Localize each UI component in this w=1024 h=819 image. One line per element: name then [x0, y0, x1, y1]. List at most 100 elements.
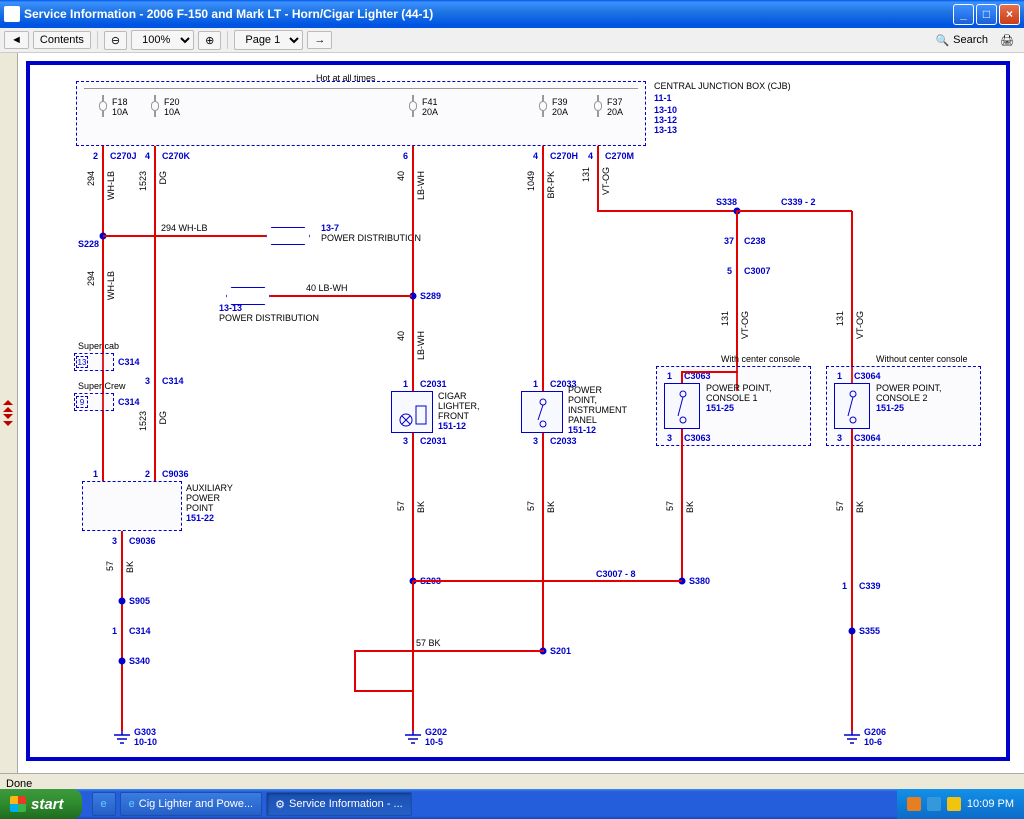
ground-g206 [842, 731, 862, 748]
vtog-c: VT-OG [855, 311, 865, 339]
vtog-b: VT-OG [740, 311, 750, 339]
pp-c2-note: Without center console [876, 354, 968, 364]
app-icon-small: ⚙ [275, 798, 285, 811]
c2031b: C2031 [420, 436, 447, 446]
wire-aux-gnd [121, 531, 123, 731]
contents-button[interactable]: Contents [33, 31, 91, 49]
wh-lb-a: WH-LB [106, 171, 116, 200]
diagram-viewer[interactable]: Hot at all times CENTRAL JUNCTION BOX (C… [0, 53, 1024, 773]
c270j: C270J [110, 151, 137, 161]
g206-ref: 10-6 [864, 737, 882, 747]
c270h: C270H [550, 151, 578, 161]
tray-icon-2[interactable] [927, 797, 941, 811]
w57-pp1: 57 [665, 501, 675, 511]
pd2-ref: 13-13 [219, 303, 242, 313]
wire-g202-vertB [354, 651, 356, 691]
fuse-f41-name: F41 [422, 97, 438, 107]
hot-label: Hot at all times [316, 73, 376, 83]
w131a: 131 [581, 167, 591, 182]
c270h-pin1: 6 [403, 151, 408, 161]
bk-aux: BK [125, 561, 135, 573]
c270k: C270K [162, 151, 190, 161]
clock[interactable]: 10:09 PM [967, 798, 1014, 810]
c339-2-label: C339 - 2 [781, 197, 816, 207]
g202-name: G202 [425, 727, 447, 737]
ppc2-ref: 151-25 [876, 403, 904, 413]
page-select[interactable]: Page 1 [234, 30, 303, 50]
ppip-ref: 151-12 [568, 425, 596, 435]
tray-icon-1[interactable] [907, 797, 921, 811]
s340-label: S340 [129, 656, 150, 666]
search-label[interactable]: Search [953, 34, 988, 46]
pp-c2-box [834, 383, 870, 429]
minimize-button[interactable]: _ [953, 4, 974, 25]
dg-a: DG [158, 171, 168, 185]
zoom-out-button[interactable]: ⊖ [104, 31, 127, 50]
aux-title-3: POINT [186, 503, 214, 513]
w57-cigar: 57 [396, 501, 406, 511]
toolbar: ◄ Contents ⊖ 100% ⊕ Page 1 → 🔍 Search 🖨 [0, 28, 1024, 53]
wire-g202-vertA [412, 581, 414, 691]
window-titlebar: Service Information - 2006 F-150 and Mar… [0, 0, 1024, 28]
ppip-title-3: INSTRUMENT [568, 405, 627, 415]
aux-title-2: POWER [186, 493, 220, 503]
ppip-title-4: PANEL [568, 415, 597, 425]
c3064b: C3064 [854, 433, 881, 443]
c9036: C9036 [162, 469, 189, 479]
c3063b-pin: 3 [667, 433, 672, 443]
cjb-note3: 13-13 [654, 125, 677, 135]
fuse-f18-name: F18 [112, 97, 128, 107]
taskbar-task-2[interactable]: ⚙ Service Information - ... [266, 792, 412, 816]
cjb-title: CENTRAL JUNCTION BOX (CJB) [654, 81, 791, 91]
bk57-label: 57 BK [416, 638, 441, 648]
task1-label: Cig Lighter and Powe... [139, 798, 253, 810]
s228-label: S228 [78, 239, 99, 249]
wire-g202-horiz2 [354, 690, 414, 692]
task2-label: Service Information - ... [289, 798, 403, 810]
wire-f37-horiz [597, 210, 737, 212]
wire-f41 [412, 146, 414, 391]
pp-c1-box [664, 383, 700, 429]
c270k-pin: 4 [145, 151, 150, 161]
ground-g303 [112, 731, 132, 748]
cigar-title-3: FRONT [438, 411, 469, 421]
c3064-pin: 1 [837, 371, 842, 381]
zoom-in-button[interactable]: ⊕ [198, 31, 221, 50]
start-button[interactable]: start [0, 789, 82, 819]
maximize-button[interactable]: □ [976, 4, 997, 25]
aux-power-box [82, 481, 182, 531]
wire-f37a [597, 146, 599, 211]
search-box: 🔍 Search 🖨 [935, 34, 1020, 47]
c2031: C2031 [420, 379, 447, 389]
next-page-button[interactable]: → [307, 31, 332, 49]
close-button[interactable]: × [999, 4, 1020, 25]
w40b: 40 [396, 331, 406, 341]
pd40-label: 40 LB-WH [306, 283, 348, 293]
ppc2-title-1: POWER POINT, [876, 383, 942, 393]
wire-g202-horiz [354, 650, 544, 652]
back-button[interactable]: ◄ [4, 31, 29, 49]
print-icon[interactable]: 🖨 [1000, 34, 1014, 47]
taskbar-ie-icon[interactable]: e [92, 792, 116, 816]
side-ruler [0, 53, 18, 773]
c314a: C314 [118, 357, 140, 367]
tray-icon-3[interactable] [947, 797, 961, 811]
bk-pp1: BK [685, 501, 695, 513]
zoom-select[interactable]: 100% [131, 30, 194, 50]
aux-title-1: AUXILIARY [186, 483, 233, 493]
c3063b: C3063 [684, 433, 711, 443]
c238-pin: 37 [724, 236, 734, 246]
c9036-pin: 2 [145, 469, 150, 479]
wire-pp2-gnd [851, 429, 853, 731]
c3007-pin: 5 [727, 266, 732, 276]
taskbar-task-1[interactable]: e Cig Lighter and Powe... [120, 792, 262, 816]
pd1-ref: 13-7 [321, 223, 339, 233]
search-icon: 🔍 [935, 34, 949, 47]
hex-pd1 [266, 227, 310, 245]
wire-s289-branch [270, 295, 412, 297]
ppip-title-2: POINT, [568, 395, 597, 405]
cigar-title-1: CIGAR [438, 391, 467, 401]
system-tray[interactable]: 10:09 PM [897, 789, 1024, 819]
c2031-pin: 1 [403, 379, 408, 389]
w131b: 131 [720, 311, 730, 326]
